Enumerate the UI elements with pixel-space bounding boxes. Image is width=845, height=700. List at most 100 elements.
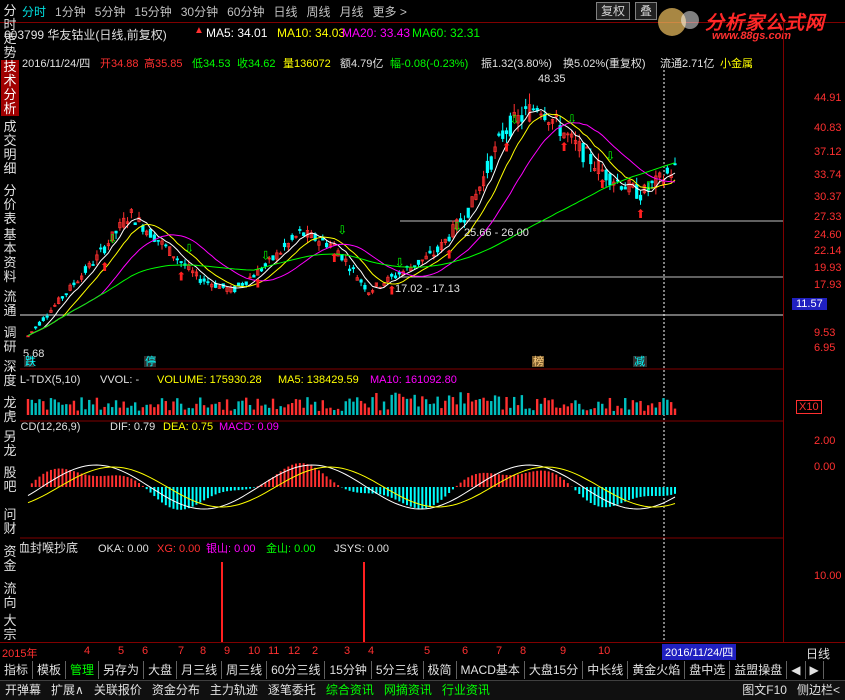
- sidebar-item-14[interactable]: 大宗: [1, 614, 19, 642]
- ext-tab-10[interactable]: 侧边栏<: [792, 681, 845, 700]
- macd-bar: [314, 468, 316, 487]
- tab-8[interactable]: 月线: [340, 3, 364, 20]
- indicator-tab-4[interactable]: 大盘: [144, 661, 177, 679]
- event-mark-ting[interactable]: 停: [145, 354, 156, 368]
- sidebar-item-13[interactable]: 流向: [1, 582, 19, 610]
- tab-7[interactable]: 周线: [306, 3, 330, 20]
- candle-body: [364, 285, 366, 289]
- event-mark-jian[interactable]: 减: [634, 355, 645, 368]
- volume-bar: [551, 399, 553, 415]
- macd-bar: [329, 479, 331, 487]
- tab-0[interactable]: 分时: [22, 3, 46, 20]
- tab-4[interactable]: 30分钟: [181, 3, 218, 20]
- indicator-tab-0[interactable]: 指标: [0, 661, 33, 679]
- sidebar-item-12[interactable]: 资金: [1, 545, 19, 573]
- vol-ma5: MA5: 138429.59: [278, 374, 359, 386]
- ext-tab-3[interactable]: 资金分布: [147, 681, 205, 700]
- sidebar-item-7[interactable]: 深度: [1, 360, 19, 388]
- signal-arrows: ⬆⇩⬆⇩⬆⇩⬆⇩⬆⇩⬆⇩⬆⇩⬆⇩⬆⇩⬆⇩: [100, 112, 654, 297]
- volume-bar: [540, 404, 542, 415]
- indicator-tab-6[interactable]: 周三线: [222, 661, 267, 679]
- indicator-tab-12[interactable]: 大盘15分: [525, 661, 583, 679]
- custom-oka: OKA: 0.00: [98, 543, 149, 555]
- tab-9[interactable]: 更多 >: [373, 3, 407, 20]
- volume-bar: [230, 411, 232, 415]
- macd-bar: [226, 487, 228, 491]
- candle-body: [636, 184, 638, 198]
- candle-body: [639, 195, 641, 200]
- volume-bar: [260, 406, 262, 415]
- sidebar-item-10[interactable]: 股吧: [1, 466, 19, 494]
- time-label: 3: [344, 645, 350, 657]
- sell-arrow-icon: ⇩: [452, 220, 462, 234]
- sidebar-item-4[interactable]: 基本资料: [1, 228, 19, 284]
- macd-bar: [651, 487, 653, 496]
- fuquan-button[interactable]: 复权: [596, 2, 630, 20]
- tab-1[interactable]: 1分钟: [55, 3, 86, 20]
- sidebar-item-9[interactable]: 另龙: [1, 430, 19, 458]
- sidebar-item-1[interactable]: 技术分析: [1, 60, 19, 116]
- price-tick: 19.93: [814, 262, 842, 274]
- indicator-tab-15[interactable]: 盘中选: [685, 661, 730, 679]
- indicator-tab-18[interactable]: ▶: [806, 661, 824, 679]
- indicator-tab-11[interactable]: MACD基本: [457, 661, 525, 679]
- volume-bar: [333, 410, 335, 415]
- time-label: 4: [84, 645, 90, 657]
- candle-body: [241, 283, 243, 285]
- ext-tab-2[interactable]: 关联报价: [89, 681, 147, 700]
- ext-tab-4[interactable]: 主力轨迹: [205, 681, 263, 700]
- vol-unit: X10: [796, 400, 822, 414]
- sidebar-item-2[interactable]: 成交明细: [1, 120, 19, 176]
- indicator-tab-9[interactable]: 5分三线: [372, 661, 424, 679]
- indicator-tab-8[interactable]: 15分钟: [325, 661, 371, 679]
- volume-bar: [191, 408, 193, 415]
- indicator-tab-5[interactable]: 月三线: [177, 661, 222, 679]
- candle-body: [134, 223, 136, 225]
- macd-bar: [31, 483, 33, 487]
- candle-body: [207, 282, 209, 283]
- sell-arrow-icon: ⇩: [184, 242, 194, 256]
- macd-bar: [398, 487, 400, 501]
- time-label: 2: [312, 645, 318, 657]
- ext-tab-7[interactable]: 网摘资讯: [379, 681, 437, 700]
- sidebar-item-11[interactable]: 问财: [1, 508, 19, 536]
- ext-tab-1[interactable]: 扩展∧: [46, 681, 89, 700]
- indicator-tab-1[interactable]: 模板: [33, 661, 66, 679]
- indicator-tab-17[interactable]: ◀: [787, 661, 805, 679]
- event-mark-die[interactable]: 跌: [25, 354, 36, 368]
- chart-area[interactable]: ⬆⇩⬆⇩⬆⇩⬆⇩⬆⇩⬆⇩⬆⇩⬆⇩⬆⇩⬆⇩ 48.35 5.68 25.66 - …: [20, 66, 783, 642]
- sidebar-item-6[interactable]: 调研: [1, 326, 19, 354]
- tab-3[interactable]: 15分钟: [134, 3, 171, 20]
- volume-bar: [211, 404, 213, 415]
- tab-5[interactable]: 60分钟: [227, 3, 264, 20]
- candle-body: [237, 283, 239, 286]
- ext-tab-9[interactable]: 图文F10: [737, 681, 792, 700]
- indicator-tab-14[interactable]: 黄金火焰: [628, 661, 685, 679]
- volume-bar: [658, 402, 660, 415]
- sidebar-item-8[interactable]: 龙虎: [1, 396, 19, 424]
- indicator-tab-13[interactable]: 中长线: [583, 661, 628, 679]
- volume-bar: [593, 408, 595, 415]
- macd-bar: [402, 487, 404, 503]
- indicator-tab-16[interactable]: 益盟操盘: [730, 661, 787, 679]
- indicator-tab-10[interactable]: 极简: [424, 661, 457, 679]
- indicator-tab-2[interactable]: 管理: [66, 661, 99, 679]
- volume-bar: [218, 402, 220, 415]
- ext-tab-6[interactable]: 综合资讯: [321, 681, 379, 700]
- candle-body: [448, 237, 450, 241]
- tab-6[interactable]: 日线: [273, 3, 297, 20]
- event-mark-bang[interactable]: 榜: [533, 354, 544, 368]
- indicator-tab-3[interactable]: 另存为: [99, 661, 144, 679]
- tab-2[interactable]: 5分钟: [95, 3, 126, 20]
- volume-bar: [157, 404, 159, 415]
- sidebar-item-5[interactable]: 流通: [1, 290, 19, 318]
- ext-tab-5[interactable]: 逐笔委托: [263, 681, 321, 700]
- volume-bar: [291, 403, 293, 415]
- macd-bar: [414, 487, 416, 508]
- ext-tab-8[interactable]: 行业资讯: [437, 681, 495, 700]
- ext-tab-0[interactable]: 开弹幕: [0, 681, 46, 700]
- sell-arrow-icon: ⇩: [644, 179, 654, 193]
- volume-bar: [390, 395, 392, 415]
- indicator-tab-7[interactable]: 60分三线: [267, 661, 325, 679]
- sidebar-item-3[interactable]: 分价表: [1, 184, 19, 226]
